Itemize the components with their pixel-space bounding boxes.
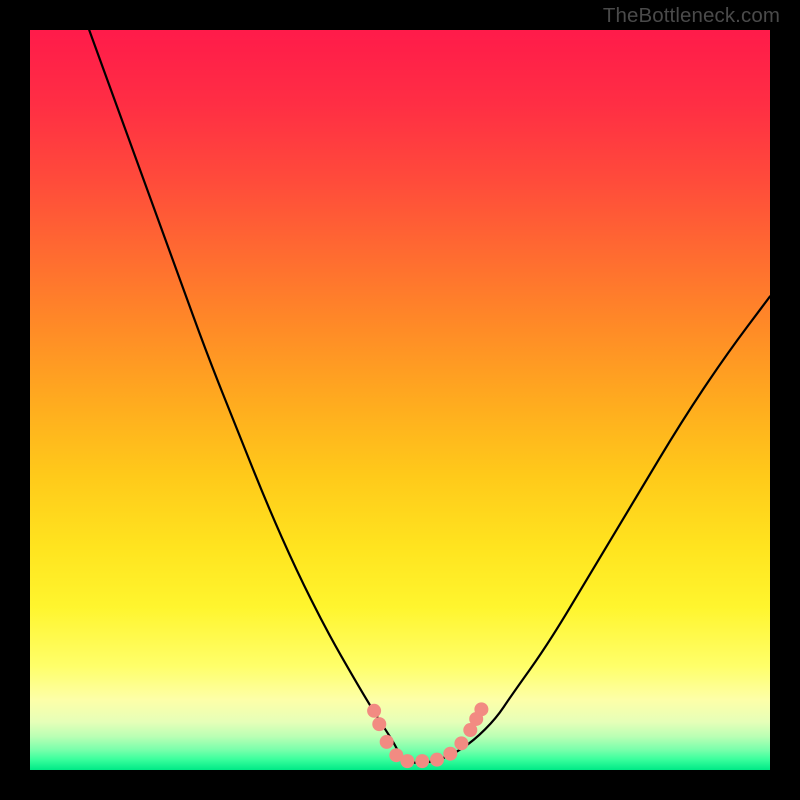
chart-frame: TheBottleneck.com [0, 0, 800, 800]
watermark-text: TheBottleneck.com [603, 4, 780, 28]
highlight-markers [367, 702, 488, 768]
marker-dot [454, 736, 468, 750]
marker-dot [380, 735, 394, 749]
marker-dot [474, 702, 488, 716]
marker-dot [443, 747, 457, 761]
marker-dot [367, 704, 381, 718]
marker-dot [430, 753, 444, 767]
marker-dot [372, 717, 386, 731]
marker-dot [415, 754, 429, 768]
plot-area [30, 30, 770, 770]
curve-layer [30, 30, 770, 770]
marker-dot [400, 754, 414, 768]
bottleneck-curve [89, 30, 770, 763]
